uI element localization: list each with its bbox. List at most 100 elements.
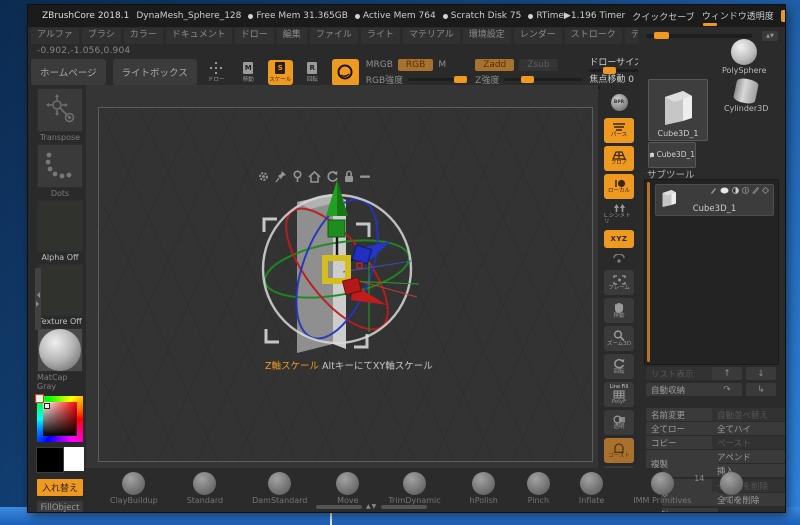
append-button[interactable]: アペンド	[712, 450, 785, 463]
menu-edit[interactable]: 編集	[277, 28, 307, 44]
rotation-axis-button[interactable]	[604, 251, 634, 267]
homepage-button[interactable]: ホームページ	[31, 59, 106, 85]
rename-button[interactable]: 名前変更	[646, 408, 718, 421]
m-button[interactable]: M	[438, 60, 446, 70]
subtool-item[interactable]: Cube3D_1	[655, 184, 774, 216]
quicksave-button[interactable]: クイックセーブ	[632, 10, 694, 23]
subtool-down-button[interactable]: ↓	[746, 367, 776, 380]
tool-panel-scrollbar[interactable]	[646, 34, 752, 38]
menus-toggle-button[interactable]: Menus	[781, 10, 785, 22]
lightbox-button[interactable]: ライトボックス	[113, 59, 197, 85]
brush-damstandard[interactable]: DamStandard	[252, 472, 307, 505]
alpha-item[interactable]: Alpha Off	[37, 200, 83, 262]
z-intensity-slider[interactable]	[504, 78, 582, 81]
brush-move[interactable]: Move	[336, 472, 359, 505]
texture-item[interactable]: Texture Off	[37, 264, 83, 326]
transpose-thumb[interactable]	[37, 88, 83, 132]
dots-thumb[interactable]	[37, 144, 83, 188]
lsym-button[interactable]: L.シンメトリ	[604, 202, 634, 227]
menu-alpha[interactable]: アルファ	[31, 28, 79, 44]
all-high-button[interactable]: 全てハイ	[712, 422, 785, 435]
transparent-button[interactable]: 透明	[604, 410, 634, 435]
brush-claybuildup[interactable]: ClayBuildup	[110, 472, 158, 505]
xyz-symmetry-button[interactable]: XYZ	[604, 230, 634, 248]
tool-thumbnail-cylinder[interactable]: Cylinder3D	[724, 79, 768, 113]
polypaint-brush-icon[interactable]	[710, 187, 717, 194]
alpha-thumb[interactable]	[37, 200, 83, 252]
tool-thumbnail-polysphere[interactable]: PolySphere	[722, 39, 767, 75]
floor-grid-button[interactable]: フロア	[604, 146, 634, 171]
paste-button[interactable]: ペースト	[712, 436, 785, 449]
draw-pointer-button[interactable]: ドロー	[204, 60, 229, 85]
diamond-icon[interactable]	[762, 187, 769, 194]
tray-divider-handle[interactable]	[35, 268, 41, 330]
stroke-dots-item[interactable]: Dots	[37, 144, 83, 198]
menu-render[interactable]: レンダー	[514, 28, 562, 44]
green-scale-cube[interactable]	[328, 220, 345, 237]
zsub-button[interactable]: Zsub	[519, 59, 557, 71]
local-symmetry-button[interactable]: ローカル	[604, 174, 634, 199]
pen-icon[interactable]	[752, 187, 759, 194]
mrgb-button[interactable]: MRGB	[366, 60, 393, 70]
matcap-thumb[interactable]	[37, 328, 83, 372]
copy-button[interactable]: コピー	[646, 436, 718, 449]
menu-material[interactable]: マテリアル	[403, 28, 460, 44]
menu-stroke[interactable]: ストローク	[565, 28, 622, 44]
zoom3d-button[interactable]: ズーム3D	[604, 326, 634, 351]
subtool-scrollbar[interactable]	[647, 182, 650, 362]
menu-document[interactable]: ドキュメント	[166, 28, 232, 44]
brush-pinch[interactable]: Pinch	[527, 472, 550, 505]
collapse-arrow-button[interactable]: ↷	[712, 383, 742, 396]
half-visibility-icon[interactable]	[732, 187, 739, 194]
menu-file[interactable]: ファイル	[310, 28, 358, 44]
canvas-area[interactable]: Z軸スケール AltキーにてXY軸スケール	[86, 85, 598, 468]
visibility-eye-icon[interactable]	[720, 187, 729, 194]
menu-draw[interactable]: ドロー	[235, 28, 274, 44]
perspective-button[interactable]: パース	[604, 118, 634, 143]
transpose-gizmo[interactable]	[217, 164, 457, 379]
menu-color[interactable]: カラー	[124, 28, 163, 44]
brush-hpolish[interactable]: hPolish	[470, 472, 498, 505]
all-low-button[interactable]: 全てロー	[646, 422, 718, 435]
scale-button[interactable]: S スケール	[268, 60, 293, 85]
tool-thumbnail-cube-large[interactable]: Cube3D_1	[648, 79, 708, 141]
transparency-slider-handle[interactable]	[703, 23, 717, 26]
subtool-up-button[interactable]: ↑	[712, 367, 742, 380]
menu-preferences[interactable]: 環境設定	[463, 28, 511, 44]
brush-inflate[interactable]: Inflate	[579, 472, 604, 505]
polyframe-button[interactable]: Line Fill PolyF	[604, 382, 634, 407]
window-transparency-slider[interactable]: ウィンドウ透明度	[702, 9, 774, 24]
move-button[interactable]: M 移動	[236, 60, 261, 85]
list-view-button[interactable]: リスト表示	[646, 367, 718, 380]
brush-trimdynamic[interactable]: TrimDynamic	[388, 472, 440, 505]
rotate-button[interactable]: R 回転	[300, 60, 325, 85]
frame-button[interactable]: フレーム	[604, 270, 634, 295]
brush-standard[interactable]: Standard	[187, 472, 223, 505]
menu-brush[interactable]: ブラシ	[82, 28, 121, 44]
color-picker-selector[interactable]	[35, 394, 44, 403]
brush-paint[interactable]: Paint	[720, 472, 743, 505]
brush-strip-scrollbar[interactable]: ▲▼	[316, 503, 427, 510]
rgb-intensity-slider[interactable]	[408, 78, 468, 81]
texture-thumb[interactable]	[37, 264, 83, 316]
brush-stroke-circle-button[interactable]	[332, 59, 359, 86]
zadd-button[interactable]: Zadd	[475, 59, 514, 71]
auto-collapse-button[interactable]: 自動収納	[646, 383, 718, 396]
tool-thumbnail-cube-small[interactable]: Cube3D_1	[648, 142, 696, 168]
main-color-swatch[interactable]	[36, 447, 64, 473]
secondary-color-swatch[interactable]	[64, 447, 84, 471]
move-view-button[interactable]: 移動	[604, 298, 634, 323]
branch-arrow-button[interactable]: ↳	[746, 383, 776, 396]
transpose-item[interactable]: Transpose	[37, 88, 83, 142]
ghost-button[interactable]: ゴースト	[604, 438, 634, 463]
fill-object-button[interactable]: FillObject	[37, 501, 83, 512]
rgb-button[interactable]: RGB	[398, 59, 433, 71]
document-viewport[interactable]: Z軸スケール AltキーにてXY軸スケール	[98, 107, 593, 462]
bpr-render-button[interactable]: BPR	[604, 90, 634, 115]
swap-colors-button[interactable]: 入れ替え	[37, 479, 83, 496]
menu-light[interactable]: ライト	[361, 28, 400, 44]
auto-reorder-button[interactable]: 自動並べ替え	[712, 408, 785, 421]
material-item[interactable]: MatCap Gray	[37, 328, 83, 391]
rotate-view-button[interactable]: 回転	[604, 354, 634, 379]
brush-imm-primitives[interactable]: IMM Primitives14	[633, 472, 691, 505]
